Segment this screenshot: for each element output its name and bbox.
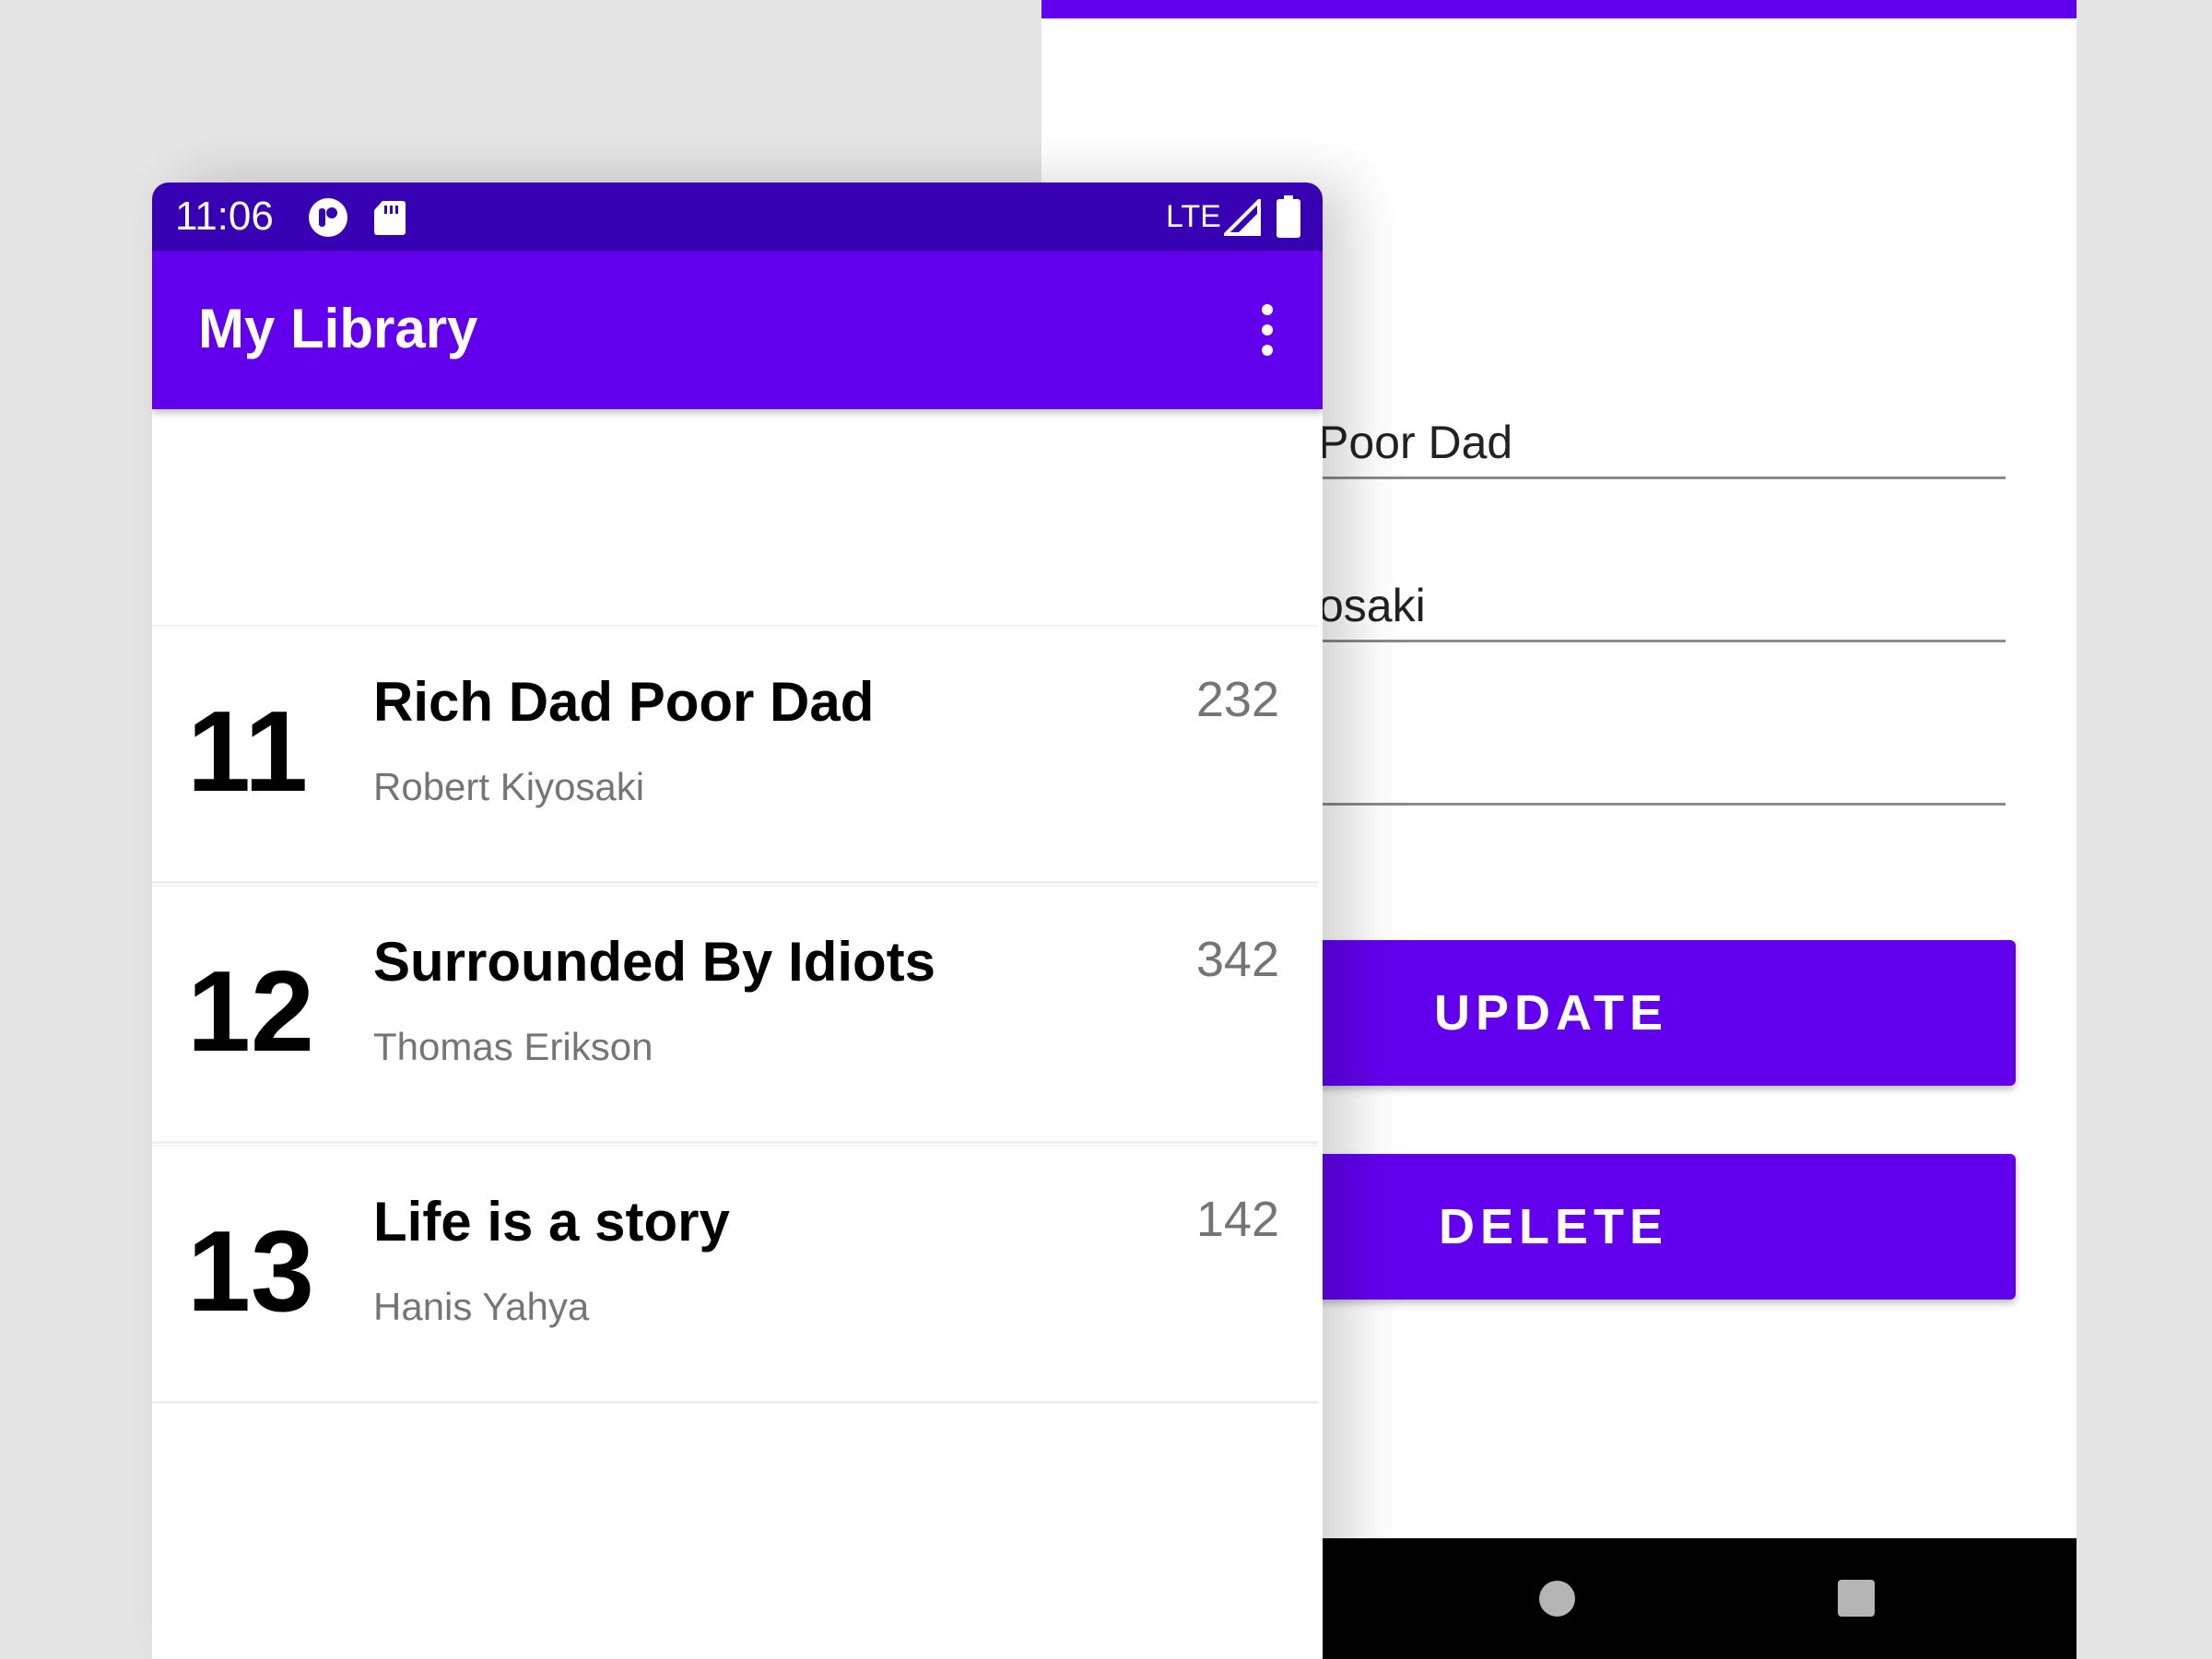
book-title: Surrounded By Idiots: [373, 931, 936, 993]
list-item[interactable]: 12 Surrounded By Idiots Thomas Erikson 3…: [152, 885, 1318, 1144]
status-bar: 11:06 LTE: [152, 182, 1323, 251]
book-id: 11: [187, 688, 309, 816]
author-field-value: osaki: [1318, 580, 1426, 631]
delete-button-label: DELETE: [1438, 1199, 1668, 1254]
status-time: 11:06: [175, 194, 274, 239]
edit-screen-app-bar: [1041, 0, 2077, 18]
book-pages: 142: [1195, 1192, 1279, 1247]
book-pages: 342: [1195, 932, 1279, 987]
library-list-screen: 11:06 LTE My Library 11 Rich Dad Poor Da…: [152, 182, 1323, 1659]
book-author: Hanis Yahya: [373, 1285, 590, 1328]
recents-square-icon[interactable]: [1838, 1580, 1875, 1617]
overflow-menu-icon[interactable]: [1249, 304, 1286, 359]
book-id: 13: [187, 1208, 314, 1335]
title-field-value: Poor Dad: [1318, 417, 1513, 468]
update-button-label: UPDATE: [1433, 985, 1668, 1041]
battery-icon: [1277, 195, 1300, 238]
network-type: LTE: [1166, 199, 1221, 234]
book-author: Robert Kiyosaki: [373, 765, 645, 808]
app-title: My Library: [198, 298, 478, 359]
list-item[interactable]: 13 Life is a story Hanis Yahya 142: [152, 1145, 1318, 1404]
home-circle-icon[interactable]: [1539, 1581, 1575, 1617]
app-bar: My Library: [152, 251, 1323, 409]
signal-icon: [1224, 199, 1261, 236]
book-pages: 232: [1195, 672, 1279, 727]
sd-card-icon: [374, 201, 406, 235]
list-item[interactable]: 11 Rich Dad Poor Dad Robert Kiyosaki 232: [152, 625, 1318, 884]
notification-app-icon: [309, 198, 347, 237]
book-author: Thomas Erikson: [373, 1025, 653, 1068]
book-title: Rich Dad Poor Dad: [373, 671, 875, 733]
book-title: Life is a story: [373, 1191, 730, 1253]
book-id: 12: [187, 948, 314, 1076]
